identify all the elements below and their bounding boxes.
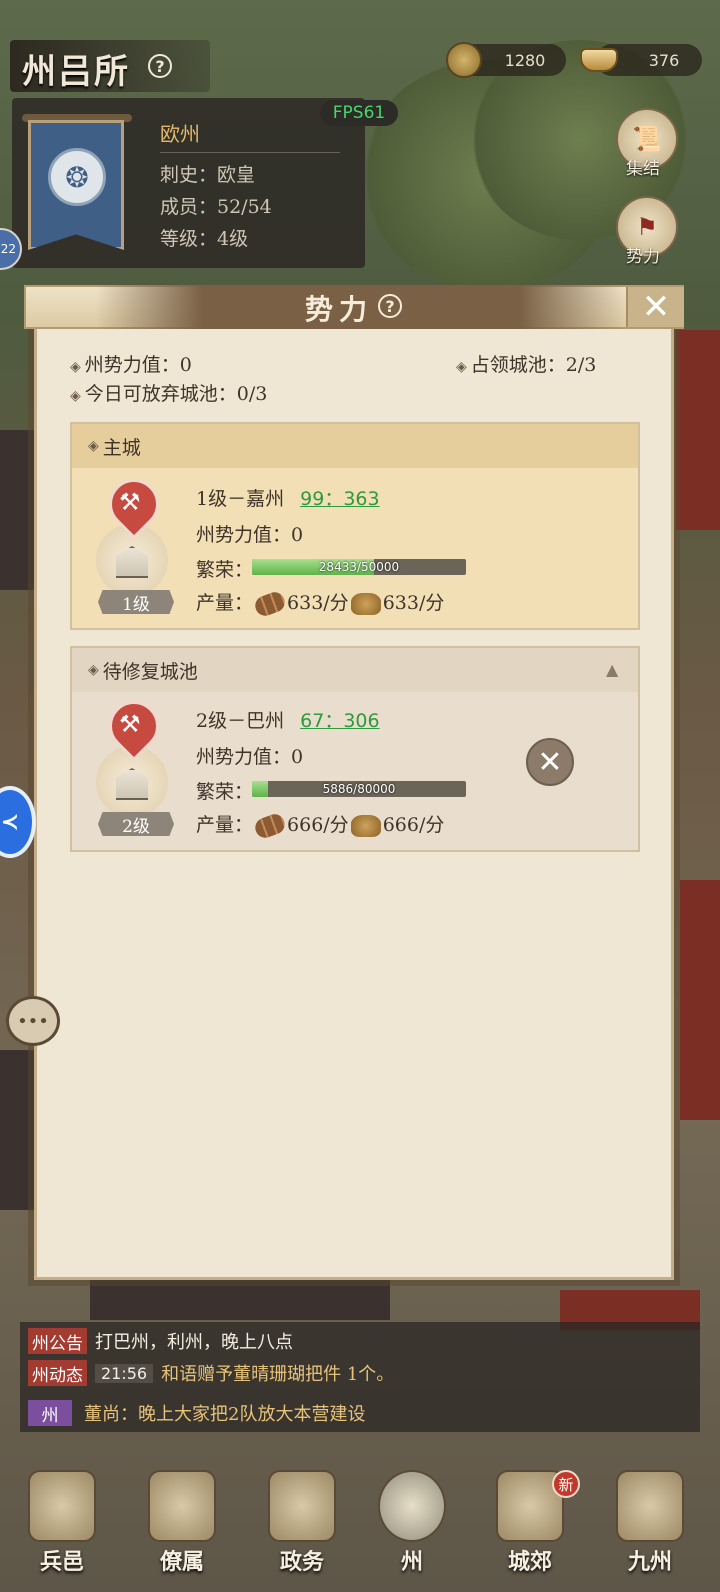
abandon-stat: ◈ 今日可放弃城池：0/3 [70,379,267,406]
state-level: 等级：4级 [160,228,249,250]
state-governor: 刺史：欧皇 [160,164,256,186]
chat-announcement-row: 州公告 打巴州，利州，晚上八点 [28,1328,293,1354]
officers-icon [148,1470,216,1542]
chat-bubble-icon[interactable]: ••• [6,996,60,1046]
chat-message-row: 州 董尚：晚上大家把2队放大本营建设 [28,1400,365,1426]
prosperity-value: 28433/50000 [318,560,400,574]
close-button[interactable]: ✕ [626,287,684,327]
rally-label: 集结 [626,159,660,179]
city-coords-link[interactable]: 67：306 [300,710,379,732]
dynamic-text: 和语赠予董晴珊瑚把件 1个。 [161,1364,395,1385]
city-coords-link[interactable]: 99：363 [300,488,379,510]
divider [160,152,340,153]
announcement-tag: 州公告 [28,1328,87,1354]
section-header[interactable]: ◈ 待修复城池 [72,648,638,692]
affairs-icon [268,1470,336,1542]
modal-title: 势力 [305,293,374,326]
nav-label: 九州 [627,1549,672,1575]
nav-officers[interactable]: 僚属 [132,1462,232,1590]
coin-amount: 1280 [504,50,546,70]
coin-icon [446,42,482,78]
state-name: 欧州 [160,122,200,146]
wood-icon [252,811,288,841]
help-icon[interactable]: ? [148,54,172,78]
prosperity-bar: 5886/80000 [252,781,466,797]
barracks-icon [28,1470,96,1542]
nav-label: 政务 [279,1549,324,1575]
city-name: 2级－巴州 [196,710,285,732]
section-title: 待修复城池 [102,660,198,683]
state-power-stat: ◈ 州势力值：0 [70,350,192,377]
nav-state[interactable]: 州 [362,1462,462,1590]
wood-output: 633/分 [287,592,349,614]
occupied-text: 占领城池：2/3 [470,354,597,376]
grain-icon [350,815,381,837]
dynamic-tag: 州动态 [28,1360,87,1386]
prosperity-label: 繁荣： [196,781,254,803]
diamond-icon: ◈ [88,438,99,454]
chat-dynamic-row: 州动态 21:56 和语赠予董晴珊瑚把件 1个。 [28,1360,394,1386]
prosperity-label: 繁荣： [196,559,254,581]
section-title: 主城 [102,436,141,459]
nav-affairs[interactable]: 政务 [252,1462,352,1590]
nav-label: 城郊 [507,1549,552,1575]
grain-icon [350,593,381,615]
abandon-text: 今日可放弃城池：0/3 [84,383,268,405]
occupied-stat: ◈ 占领城池：2/3 [456,350,596,377]
state-power-text: 州势力值：0 [84,354,192,376]
abandon-city-button[interactable]: ✕ [526,738,574,786]
output-label: 产量： [196,814,254,836]
nav-barracks[interactable]: 兵邑 [12,1462,112,1590]
city-level-badge: 1级 [98,590,174,614]
power-label: 势力 [626,247,660,267]
chat-message: 董尚：晚上大家把2队放大本营建设 [84,1404,366,1425]
map-scroll-icon [616,1470,684,1542]
grain-output: 666/分 [382,814,445,836]
city-power: 州势力值：0 [196,746,304,768]
scroll-icon: 📜 [632,125,662,153]
city-level-badge: 2级 [98,812,174,836]
diamond-icon: ◈ [70,359,81,375]
diamond-icon: ◈ [456,359,467,375]
output-row: 产量： 666/分 666/分 [196,810,445,841]
banner-flag-icon: ⚑ [636,213,658,241]
announcement-text: 打巴州，利州，晚上八点 [95,1332,293,1353]
nav-label: 州 [400,1549,423,1575]
prosperity-bar: 28433/50000 [252,559,466,575]
diamond-icon: ◈ [70,388,81,404]
diamond-icon: ◈ [88,662,99,678]
grain-output: 633/分 [382,592,445,614]
wood-icon [252,589,288,619]
ingot-amount: 376 [648,50,680,70]
city-name-row: 1级－嘉州 99：363 [196,484,380,511]
wood-output: 666/分 [287,814,349,836]
city-name-row: 2级－巴州 67：306 [196,706,380,733]
collapse-arrow-icon[interactable]: ▲ [606,660,618,679]
state-mountain-icon [378,1470,446,1542]
city-name: 1级－嘉州 [196,488,285,510]
page-title: 州吕所 [22,52,130,92]
city-power: 州势力值：0 [196,524,304,546]
ingot-icon [580,48,618,72]
assistant-float-icon[interactable]: ≺ [0,786,36,858]
modal-help-icon[interactable]: ? [378,294,402,318]
dynamic-time: 21:56 [95,1363,154,1383]
new-badge: 新 [552,1470,580,1498]
dragon-emblem-icon: ❂ [48,148,106,206]
hammer-icon: ⚒ [119,488,141,516]
output-row: 产量： 633/分 633/分 [196,588,445,619]
nav-label: 僚属 [159,1549,204,1575]
fps-counter: FPS61 [320,100,398,126]
avatar-level: 22 [0,242,16,256]
output-label: 产量： [196,592,254,614]
channel-tag: 州 [28,1400,72,1426]
nav-nine-states[interactable]: 九州 [600,1462,700,1590]
nav-label: 兵邑 [39,1549,84,1575]
state-members: 成员：52/54 [160,196,272,218]
section-header: ◈ 主城 [72,424,638,468]
prosperity-value: 5886/80000 [322,782,396,796]
hammer-icon: ⚒ [119,710,141,738]
